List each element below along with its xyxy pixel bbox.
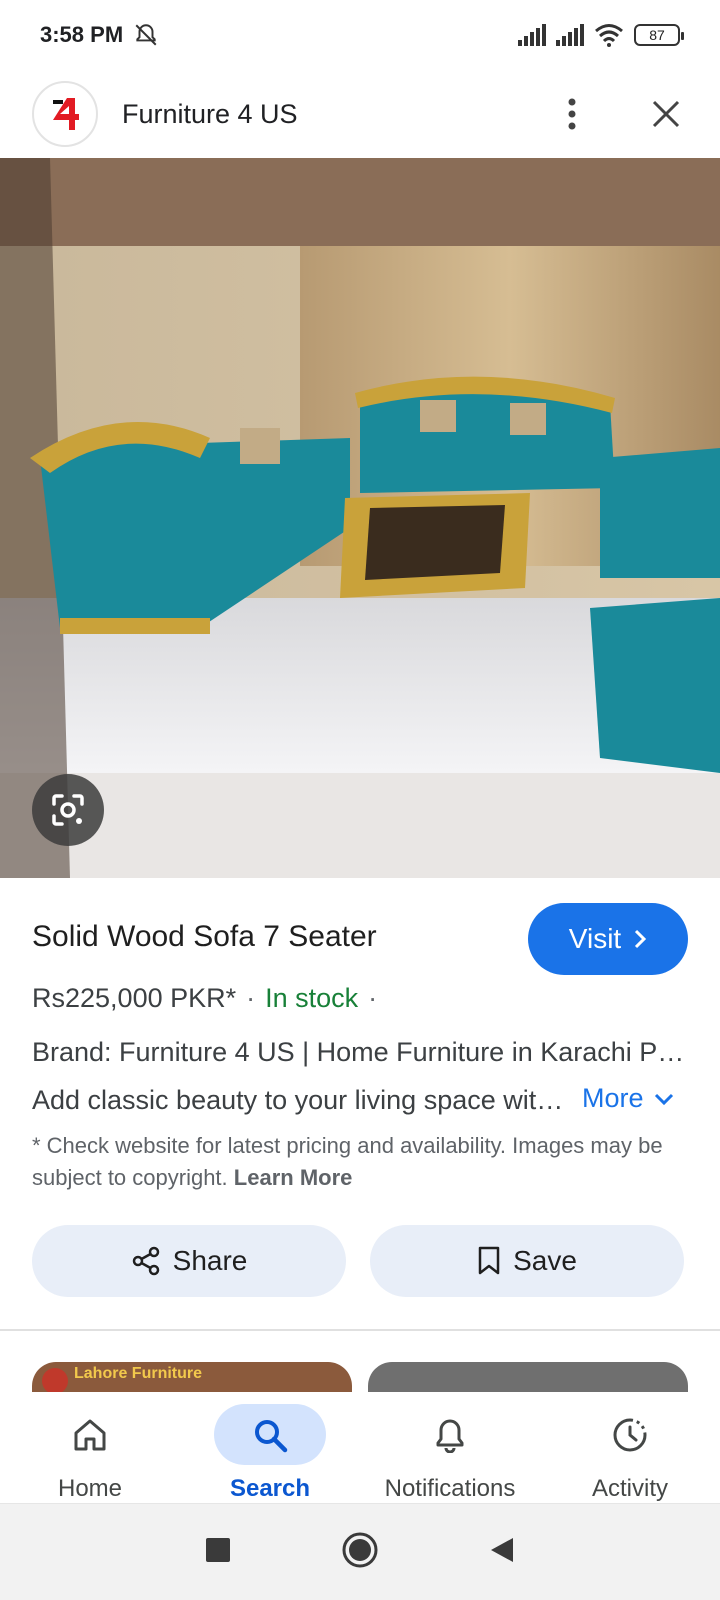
chevron-right-icon: [635, 929, 647, 949]
back-triangle-icon: [491, 1537, 513, 1562]
separator: ·: [368, 983, 378, 1013]
share-label: Share: [172, 1245, 248, 1276]
bell-icon: [436, 1419, 464, 1453]
disclaimer: * Check website for latest pricing and a…: [32, 1130, 672, 1194]
site-logo[interactable]: [32, 81, 98, 147]
visit-label: Visit: [568, 923, 622, 954]
learn-more-link[interactable]: Learn More: [234, 1165, 353, 1190]
signal-icon: [556, 24, 584, 46]
store-logo-icon: [42, 1368, 68, 1392]
site-name: Furniture 4 US: [122, 98, 298, 129]
separator: ·: [246, 983, 256, 1013]
battery-indicator: 87: [634, 24, 684, 46]
wifi-icon: [595, 24, 623, 47]
status-icons: 87: [518, 23, 684, 47]
square-icon: [206, 1537, 230, 1562]
visit-button[interactable]: Visit: [528, 903, 688, 975]
nav-label: Notifications: [384, 1475, 516, 1502]
signal-icon: [518, 24, 546, 46]
bookmark-icon: [478, 1246, 500, 1275]
more-options-icon[interactable]: [550, 92, 594, 136]
product-image[interactable]: [0, 158, 720, 878]
search-icon: [255, 1419, 288, 1452]
divider: [0, 1329, 720, 1331]
status-bar: 3:58 PM 87: [0, 0, 720, 70]
nav-notifications[interactable]: Notifications: [360, 1392, 540, 1503]
share-icon: [132, 1246, 159, 1276]
more-button[interactable]: More: [582, 1083, 674, 1114]
nav-activity[interactable]: Activity: [540, 1392, 720, 1503]
chevron-down-icon: [654, 1093, 673, 1105]
lens-button[interactable]: [32, 774, 104, 846]
status-time: 3:58 PM: [40, 22, 124, 47]
activity-icon: [613, 1418, 647, 1451]
header: Furniture 4 US: [0, 70, 720, 158]
nav-home[interactable]: Home: [0, 1392, 180, 1503]
logo-icon: [51, 98, 79, 130]
price: Rs225,000 PKR*: [32, 983, 237, 1013]
related-result-card[interactable]: Lahore Furniture: [32, 1362, 352, 1392]
save-button[interactable]: Save: [370, 1225, 684, 1297]
nav-label: Activity: [591, 1475, 668, 1502]
nav-search[interactable]: Search: [180, 1392, 360, 1503]
bottom-navigation: Home Search Notifications Activity: [0, 1392, 720, 1504]
google-lens-icon: [52, 794, 84, 826]
nav-label: Home: [57, 1475, 123, 1502]
description: Add classic beauty to your living space …: [32, 1085, 572, 1115]
product-title: Solid Wood Sofa 7 Seater: [32, 920, 377, 953]
related-result-label: Lahore Furniture: [74, 1365, 203, 1382]
related-result-card[interactable]: [368, 1362, 688, 1392]
recents-button[interactable]: [205, 1537, 231, 1568]
nav-label: Search: [229, 1475, 311, 1502]
home-icon: [74, 1419, 106, 1450]
price-line: Rs225,000 PKR* · In stock ·: [32, 983, 377, 1014]
notifications-off-icon: [135, 24, 157, 46]
brand-line: Brand: Furniture 4 US | Home Furniture i…: [32, 1037, 692, 1067]
home-system-button[interactable]: [341, 1531, 379, 1574]
back-button[interactable]: [489, 1536, 515, 1569]
circle-icon: [342, 1532, 378, 1567]
close-icon[interactable]: [644, 92, 688, 136]
save-label: Save: [513, 1245, 577, 1276]
share-button[interactable]: Share: [32, 1225, 346, 1297]
stock-status: In stock: [265, 983, 359, 1013]
system-navigation-bar: [0, 1504, 720, 1600]
more-label: More: [582, 1083, 644, 1113]
